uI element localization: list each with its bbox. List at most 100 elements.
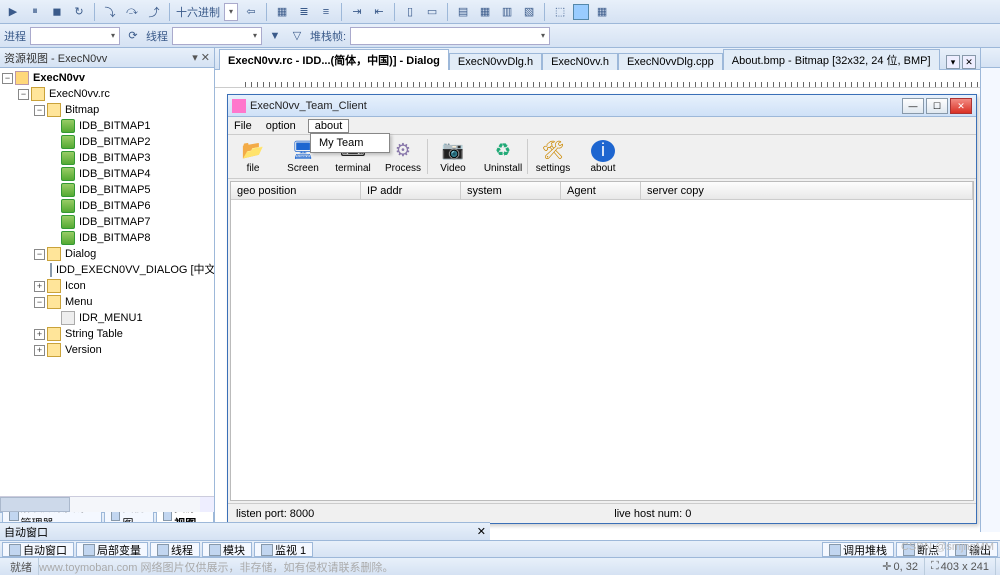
tree-item[interactable]: IDB_BITMAP3 — [77, 150, 153, 166]
tree-item[interactable]: IDB_BITMAP7 — [77, 214, 153, 230]
scrollbar-thumb[interactable] — [0, 497, 70, 512]
about-dropdown[interactable]: My Team — [310, 133, 390, 153]
close-icon[interactable]: ✕ — [950, 98, 972, 114]
menu-about[interactable]: about — [308, 119, 350, 133]
process-icon: ⚙ — [391, 140, 415, 162]
filter2-icon[interactable]: ▽ — [288, 27, 306, 45]
tb-settings[interactable]: 🛠settings — [528, 135, 578, 178]
btab-callstack[interactable]: 调用堆栈 — [822, 542, 894, 557]
refresh-icon[interactable]: ⟳ — [124, 27, 142, 45]
play-icon[interactable]: ▶ — [4, 3, 22, 21]
maximize-icon[interactable]: ☐ — [926, 98, 948, 114]
restart-icon[interactable]: ↻ — [70, 3, 88, 21]
tree-root[interactable]: ExecN0vv — [31, 70, 87, 86]
bottom-tool-tabs: 自动窗口 局部变量 线程 模块 监视 1 调用堆栈 断点 输出 — [0, 540, 1000, 558]
nav-back-icon[interactable]: ⇦ — [242, 3, 260, 21]
doc-tab-dialog[interactable]: ExecN0vv.rc - IDD...(简体，中国)] - Dialog — [219, 49, 449, 70]
toolbar-standard: ▶ ⏸ ◼ ↻ ⤵ ⤼ ⤴ 十六进制 ⇦ ▦ ≣ ≡ ⇥ ⇤ ▯ ▭ ▤ ▦ ▥… — [0, 0, 1000, 24]
col-copy[interactable]: server copy — [641, 182, 973, 199]
dialog-toolbar: My Team 📂file 🖥Screen ⌨terminal ⚙Process… — [228, 135, 976, 179]
folder-rc[interactable]: ExecN0vv.rc — [47, 86, 112, 102]
pause-icon[interactable]: ⏸ — [26, 3, 44, 21]
doc-tab[interactable]: About.bmp - Bitmap [32x32, 24 位, BMP] — [723, 49, 940, 70]
grid-icon[interactable] — [573, 4, 589, 20]
app-icon — [232, 99, 246, 113]
btab-threads[interactable]: 线程 — [150, 542, 200, 557]
close-icon[interactable]: ✕ — [477, 525, 486, 538]
col-system[interactable]: system — [461, 182, 561, 199]
menu-item-myteam[interactable]: My Team — [311, 134, 389, 152]
document-tabs: ExecN0vv.rc - IDD...(简体，中国)] - Dialog Ex… — [215, 48, 980, 70]
doc-tab[interactable]: ExecN0vvDlg.cpp — [618, 53, 723, 70]
tree-item[interactable]: IDD_EXECN0VV_DIALOG [中文 — [54, 262, 214, 278]
col-geo[interactable]: geo position — [231, 182, 361, 199]
col-agent[interactable]: Agent — [561, 182, 641, 199]
tree-item[interactable]: IDB_BITMAP1 — [77, 118, 153, 134]
align-r-icon[interactable]: ▥ — [498, 3, 516, 21]
bookmark2-icon[interactable]: ▭ — [423, 3, 441, 21]
minimize-icon[interactable]: — — [902, 98, 924, 114]
btab-modules[interactable]: 模块 — [202, 542, 252, 557]
dialog-titlebar[interactable]: ExecN0vv_Team_Client — ☐ ✕ — [228, 95, 976, 117]
doc-icon[interactable]: ▦ — [273, 3, 291, 21]
folder-menu[interactable]: Menu — [63, 294, 95, 310]
col-ip[interactable]: IP addr — [361, 182, 461, 199]
comment-icon[interactable]: ≣ — [295, 3, 313, 21]
folder-icon[interactable]: Icon — [63, 278, 88, 294]
folder-dialog[interactable]: Dialog — [63, 246, 98, 262]
menu-option[interactable]: option — [264, 120, 298, 132]
tb-file[interactable]: 📂file — [228, 135, 278, 178]
tree-item[interactable]: IDB_BITMAP8 — [77, 230, 153, 246]
tb-video[interactable]: 📷Video — [428, 135, 478, 178]
process-label: 进程 — [4, 28, 26, 44]
expand-icon[interactable]: − — [2, 73, 13, 84]
properties-panel-collapsed[interactable] — [980, 48, 1000, 532]
camera-icon: 📷 — [441, 140, 465, 162]
tb-uninstall[interactable]: ♻Uninstall — [478, 135, 528, 178]
folder-version[interactable]: Version — [63, 342, 104, 358]
step-out-icon[interactable]: ⤴ — [145, 3, 163, 21]
uncomment-icon[interactable]: ≡ — [317, 3, 335, 21]
outdent-icon[interactable]: ⇤ — [370, 3, 388, 21]
preview-dialog[interactable]: ExecN0vv_Team_Client — ☐ ✕ File option a… — [227, 94, 977, 524]
align-left-icon[interactable]: ▤ — [454, 3, 472, 21]
samesize-icon[interactable]: ⬚ — [551, 3, 569, 21]
status-listen-port: listen port: 8000 — [236, 508, 314, 520]
close-icon[interactable]: ▾ ✕ — [192, 51, 210, 64]
tree-item[interactable]: IDB_BITMAP4 — [77, 166, 153, 182]
dialog-design-canvas[interactable]: ExecN0vv_Team_Client — ☐ ✕ File option a… — [215, 88, 980, 532]
btab-auto[interactable]: 自动窗口 — [2, 542, 74, 557]
thread-combo[interactable] — [172, 27, 262, 45]
hex-combo[interactable] — [224, 3, 238, 21]
align-b-icon[interactable]: ▧ — [520, 3, 538, 21]
btab-locals[interactable]: 局部变量 — [76, 542, 148, 557]
mdi-close-icon[interactable]: ✕ — [962, 55, 976, 69]
bookmark-icon[interactable]: ▯ — [401, 3, 419, 21]
resource-view-panel: 资源视图 - ExecN0vv ▾ ✕ −ExecN0vv −ExecN0vv.… — [0, 48, 215, 532]
indent-icon[interactable]: ⇥ — [348, 3, 366, 21]
filter-icon[interactable]: ▼ — [266, 27, 284, 45]
frame-combo[interactable] — [350, 27, 550, 45]
tree-item[interactable]: IDB_BITMAP6 — [77, 198, 153, 214]
tree-item[interactable]: IDB_BITMAP5 — [77, 182, 153, 198]
align-top-icon[interactable]: ▦ — [476, 3, 494, 21]
listview-body[interactable] — [231, 200, 973, 500]
tb-about[interactable]: iabout — [578, 135, 628, 178]
mdi-dropdown-icon[interactable]: ▾ — [946, 55, 960, 69]
step-over-icon[interactable]: ⤼ — [123, 3, 141, 21]
resource-tree[interactable]: −ExecN0vv −ExecN0vv.rc −Bitmap IDB_BITMA… — [0, 68, 214, 496]
gridsnap-icon[interactable]: ▦ — [593, 3, 611, 21]
client-listview[interactable]: geo position IP addr system Agent server… — [230, 181, 974, 501]
folder-bitmap[interactable]: Bitmap — [63, 102, 101, 118]
crosshair-icon: ✛ — [882, 560, 891, 573]
folder-string[interactable]: String Table — [63, 326, 125, 342]
btab-watch1[interactable]: 监视 1 — [254, 542, 313, 557]
doc-tab[interactable]: ExecN0vv.h — [542, 53, 618, 70]
step-into-icon[interactable]: ⤵ — [101, 3, 119, 21]
tree-item[interactable]: IDB_BITMAP2 — [77, 134, 153, 150]
tree-item[interactable]: IDR_MENU1 — [77, 310, 145, 326]
process-combo[interactable] — [30, 27, 120, 45]
menu-file[interactable]: File — [232, 120, 254, 132]
stop-icon[interactable]: ◼ — [48, 3, 66, 21]
doc-tab[interactable]: ExecN0vvDlg.h — [449, 53, 542, 70]
